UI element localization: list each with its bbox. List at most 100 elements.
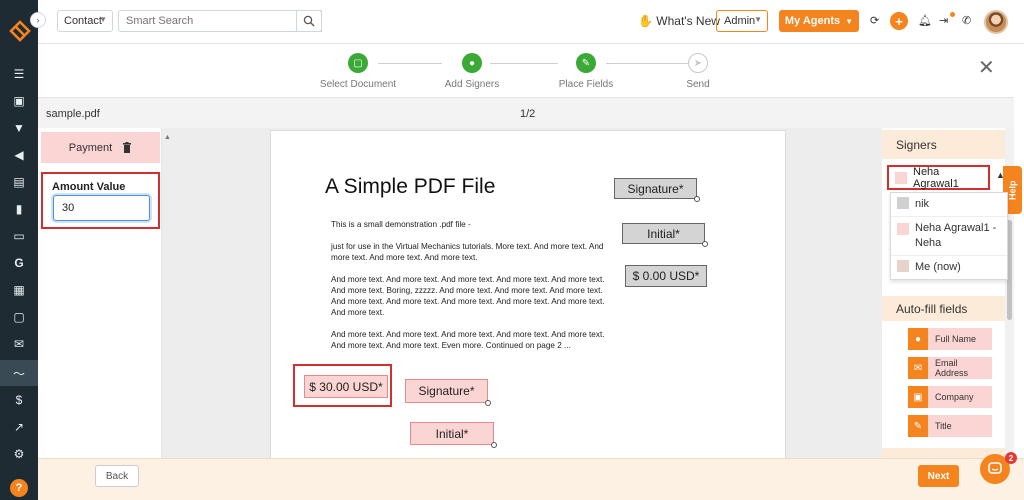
autofill-heading: Auto-fill fields [882,296,1014,321]
signer-option-label: Neha Agrawal1 - Neha [915,222,997,249]
field-label: Signature* [627,181,684,196]
person-icon: ● [908,328,928,350]
field-properties-panel: Payment Amount Value [38,128,162,458]
amount-value-input[interactable] [53,195,150,221]
megaphone-icon[interactable]: ◀ [0,144,38,166]
resize-handle[interactable] [702,241,708,247]
autofill-label: Email Address [928,357,992,379]
expand-rail-chevron-icon[interactable]: › [30,12,46,28]
calendar-icon[interactable]: ▢ [0,306,38,328]
trend-chart-icon[interactable]: ↗ [0,416,38,438]
autofill-label: Title [928,415,992,437]
step-place-fields[interactable]: ✎ Place Fields [526,53,646,90]
signer-color-swatch [895,171,907,184]
autofill-full-name[interactable]: ● Full Name [908,328,992,350]
document-icon[interactable]: ▤ [0,171,38,193]
resize-handle[interactable] [694,196,700,202]
search-button[interactable] [296,10,322,32]
signer-option[interactable]: nik [891,193,1007,216]
admin-select[interactable]: Admin ▼ [716,10,768,32]
signers-heading: Signers [882,130,1014,159]
amount-value-highlight: Amount Value [41,172,160,229]
autofill-title[interactable]: ✎ Title [908,415,992,437]
next-label: Next [927,470,950,482]
google-icon[interactable]: G [0,252,38,274]
file-bar: sample.pdf 1/2 [38,97,1014,128]
field-label: Initial* [647,226,680,241]
scroll-up-icon[interactable]: ▲ [164,134,171,141]
signer-option[interactable]: Neha Agrawal1 - Neha [891,216,1007,255]
folder-icon[interactable]: ▭ [0,225,38,247]
contact-select[interactable]: Contact ▼ [57,10,113,32]
funnel-icon[interactable]: ▼ [0,117,38,139]
payment-field-selected[interactable]: $ 30.00 USD* [304,375,388,398]
initial-field-pink[interactable]: Initial* [410,422,497,448]
signer-color-swatch [897,197,909,209]
signers-panel: Signers Neha Agrawal1 ▲ nik Neha Agrawal… [882,128,1014,460]
whats-new-link[interactable]: ✋ What's New [638,14,720,28]
pdf-paragraph: just for use in the Virtual Mechanics tu… [331,242,604,262]
signer-select[interactable]: Neha Agrawal1 [887,165,990,190]
step-label: Send [686,79,710,90]
close-icon[interactable]: ✕ [978,55,995,80]
signer-dropdown: nik Neha Agrawal1 - Neha Me (now) [890,192,1008,280]
notification-dot [950,12,955,17]
signature-field-gray[interactable]: Signature* [614,178,700,202]
step-label: Place Fields [558,79,614,90]
search-icon [303,15,315,27]
payment-label: Payment [68,141,113,154]
field-label: Signature* [418,384,475,398]
phone-icon[interactable]: ✆ [962,14,971,27]
autofill-label: Company [928,386,992,408]
mail-icon[interactable]: ✉ [0,333,38,355]
avatar[interactable] [984,10,1008,34]
dollar-icon[interactable]: $ [0,389,38,411]
my-agents-label: My Agents [784,15,841,27]
signer-color-swatch [897,260,909,272]
trash-icon[interactable] [122,142,132,153]
back-button[interactable]: Back [95,465,139,487]
smart-search-input[interactable] [118,10,322,32]
autofill-company[interactable]: ▣ Company [908,386,992,408]
contacts-icon[interactable]: ▣ [0,90,38,112]
top-bar: Contact ▼ ✋ What's New Admin ▼ My Agents… [38,0,1024,44]
pdf-page: A Simple PDF File This is a small demons… [270,130,786,460]
autofill-label: Full Name [928,328,992,350]
payment-field-header: Payment [41,132,160,163]
step-add-signers[interactable]: ● Add Signers [412,53,532,90]
signature-field-pink[interactable]: Signature* [405,379,491,406]
step-label: Select Document [319,79,397,90]
pdf-paragraph: And more text. And more text. And more t… [331,330,605,350]
pdf-paragraph: This is a small demonstration .pdf file … [331,220,471,229]
step-select-document[interactable]: ▢ Select Document [298,53,418,90]
app-logo[interactable] [9,20,31,42]
envelope-icon: ✉ [908,357,928,379]
autofill-email[interactable]: ✉ Email Address [908,357,992,379]
amount-value-label: Amount Value [52,181,126,193]
document-icon: ▢ [348,53,368,73]
refresh-icon[interactable]: ⟳ [870,14,879,27]
resize-handle[interactable] [491,442,497,448]
next-button[interactable]: Next [918,465,959,487]
resize-handle[interactable] [485,400,491,406]
step-send[interactable]: ➤ Send [638,53,758,90]
bell-icon[interactable]: 🔔︎ [918,14,932,27]
exit-icon[interactable]: ⇥ [939,14,948,27]
signer-option-label: Me (now) [915,261,961,273]
help-icon[interactable]: ? [10,479,28,497]
my-agents-button[interactable]: My Agents ▼ [779,10,859,32]
signer-option[interactable]: Me (now) [891,255,1007,279]
payment-field-gray[interactable]: $ 0.00 USD* [625,265,707,287]
add-button[interactable]: + [890,12,908,30]
person-icon: ● [462,53,482,73]
whats-new-label: What's New [656,14,720,28]
table-icon[interactable]: ▦ [0,279,38,301]
gear-icon[interactable]: ⚙ [0,443,38,465]
initial-field-gray[interactable]: Initial* [622,223,708,247]
signature-icon[interactable]: 〜 [0,360,38,386]
chevron-down-icon: ▼ [845,16,854,26]
bar-chart-icon[interactable]: ▮ [0,198,38,220]
signer-option-label: nik [915,198,930,210]
step-label: Add Signers [444,79,500,90]
list-icon[interactable]: ☰ [0,63,38,85]
